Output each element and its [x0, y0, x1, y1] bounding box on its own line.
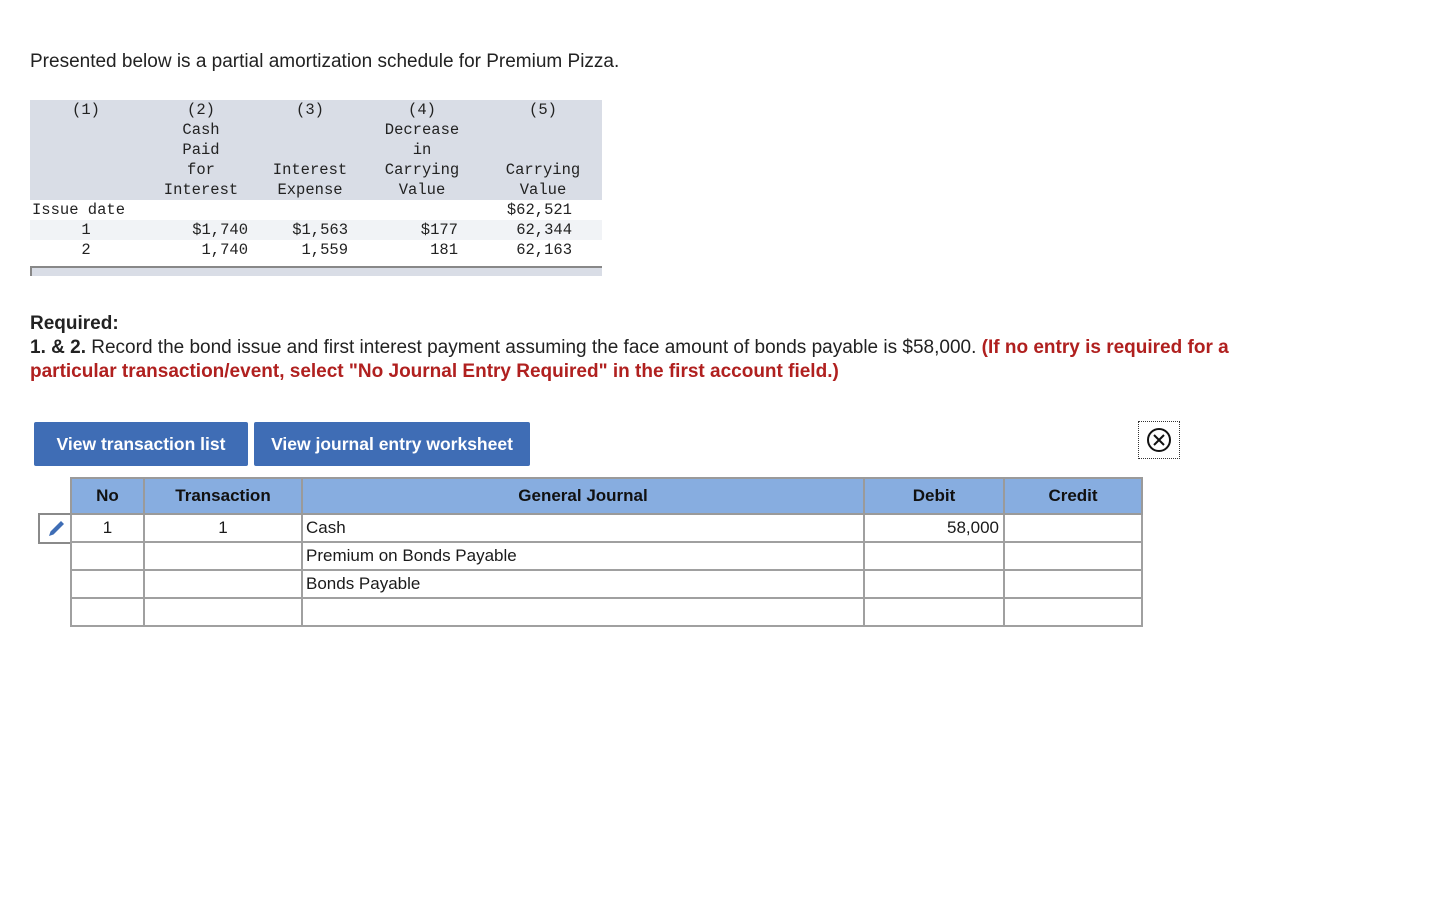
required-instructions: 1. & 2. Record the bond issue and first … — [30, 336, 1230, 384]
required-text: Record the bond issue and first interest… — [85, 337, 982, 358]
credit-field[interactable] — [1003, 569, 1143, 599]
journal-row: Bonds Payable — [70, 569, 1143, 599]
col-no: No — [70, 477, 145, 515]
required-section: Required: 1. & 2. Record the bond issue … — [30, 312, 1230, 384]
col-header-2: (2) Cash Paid for Interest — [142, 100, 260, 200]
col-header-3: (3) Interest Expense — [260, 100, 360, 200]
no-cell: 1 — [70, 513, 145, 543]
interest-cell: 1,559 — [260, 240, 360, 260]
edit-row-button[interactable] — [38, 513, 72, 544]
view-transaction-list-button[interactable]: View transaction list — [34, 422, 248, 466]
view-journal-entry-worksheet-button[interactable]: View journal entry worksheet — [254, 422, 530, 466]
debit-field[interactable] — [863, 541, 1005, 571]
carrying-cell: $62,521 — [484, 200, 602, 220]
journal-row: Premium on Bonds Payable — [70, 541, 1143, 571]
account-field[interactable] — [301, 597, 865, 627]
pencil-icon — [49, 521, 64, 536]
col-header-5: (5) Carrying Value — [484, 100, 602, 200]
col-header-1: (1) — [30, 100, 142, 200]
transaction-cell — [143, 569, 303, 599]
close-circle-icon — [1147, 428, 1171, 452]
interest-cell — [260, 200, 360, 220]
no-cell — [70, 569, 145, 599]
debit-field[interactable]: 58,000 — [863, 513, 1005, 543]
cash-cell: 1,740 — [142, 240, 260, 260]
journal-row: 1 1 Cash 58,000 — [70, 513, 1143, 543]
journal-row — [70, 597, 1143, 627]
no-cell — [70, 597, 145, 627]
decrease-cell: $177 — [360, 220, 484, 240]
amortization-schedule: (1) (2) Cash Paid for Interest (3) Interest E… — [30, 100, 602, 260]
schedule-scrollbar[interactable] — [30, 266, 602, 276]
col-credit: Credit — [1003, 477, 1143, 515]
account-field[interactable]: Bonds Payable — [301, 569, 865, 599]
transaction-cell — [143, 541, 303, 571]
cash-cell: $1,740 — [142, 220, 260, 240]
period-cell: Issue date — [30, 200, 142, 220]
schedule-row-issue: Issue date $62,521 — [30, 200, 602, 220]
debit-field[interactable] — [863, 569, 1005, 599]
transaction-cell — [143, 597, 303, 627]
carrying-cell: 62,163 — [484, 240, 602, 260]
carrying-cell: 62,344 — [484, 220, 602, 240]
debit-field[interactable] — [863, 597, 1005, 627]
col-debit: Debit — [863, 477, 1005, 515]
period-cell: 2 — [30, 240, 142, 260]
schedule-row: 1 $1,740 $1,563 $177 62,344 — [30, 220, 602, 240]
account-field[interactable]: Cash — [301, 513, 865, 543]
decrease-cell — [360, 200, 484, 220]
schedule-header-row: (1) (2) Cash Paid for Interest (3) Interest E… — [30, 100, 602, 200]
period-cell: 1 — [30, 220, 142, 240]
account-field[interactable]: Premium on Bonds Payable — [301, 541, 865, 571]
schedule-row: 2 1,740 1,559 181 62,163 — [30, 240, 602, 260]
decrease-cell: 181 — [360, 240, 484, 260]
col-transaction: Transaction — [143, 477, 303, 515]
journal-header-row: No Transaction General Journal Debit Cre… — [70, 477, 1143, 515]
col-header-4: (4) Decrease in Carrying Value — [360, 100, 484, 200]
transaction-cell: 1 — [143, 513, 303, 543]
interest-cell: $1,563 — [260, 220, 360, 240]
col-general-journal: General Journal — [301, 477, 865, 515]
no-cell — [70, 541, 145, 571]
credit-field[interactable] — [1003, 597, 1143, 627]
intro-text: Presented below is a partial amortizatio… — [30, 51, 620, 72]
credit-field[interactable] — [1003, 541, 1143, 571]
credit-field[interactable] — [1003, 513, 1143, 543]
close-button[interactable] — [1138, 421, 1180, 459]
cash-cell — [142, 200, 260, 220]
general-journal-table: No Transaction General Journal Debit Cre… — [70, 477, 1143, 627]
required-number: 1. & 2. — [30, 337, 86, 358]
required-heading: Required: — [30, 313, 119, 334]
